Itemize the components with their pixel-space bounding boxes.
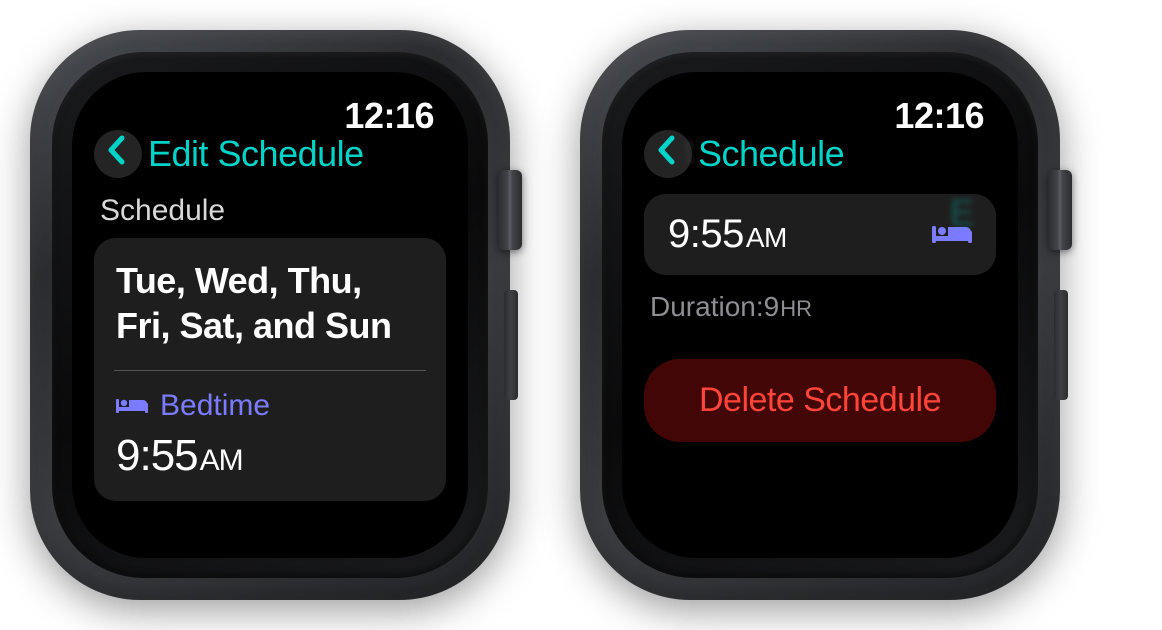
schedule-card[interactable]: Tue, Wed, Thu, Fri, Sat, and Sun Bedtime… (94, 238, 446, 501)
digital-crown[interactable] (498, 170, 522, 250)
section-label-schedule: Schedule (94, 194, 446, 228)
bed-icon (116, 393, 148, 420)
bedtime-label: Bedtime (160, 389, 270, 423)
bedtime-time-value: 9:55 (116, 431, 198, 481)
bedtime-time-ampm: AM (200, 444, 243, 478)
bedtime-row: Bedtime (116, 389, 424, 423)
divider (114, 370, 426, 371)
status-bar: 12:16 (94, 92, 446, 134)
page-title: Schedule (698, 133, 844, 175)
page-title: Edit Schedule (148, 133, 364, 175)
status-bar: 12:16 (644, 92, 996, 134)
wake-time-card[interactable]: 9:55 AM (644, 194, 996, 275)
wake-time-value: 9:55 (668, 212, 744, 257)
watch-left: 12:16 Edit Schedule Schedule Tue, Wed, T… (30, 30, 510, 600)
delete-schedule-label: Delete Schedule (699, 381, 941, 419)
watch-screen-left: 12:16 Edit Schedule Schedule Tue, Wed, T… (72, 72, 468, 558)
back-button[interactable] (644, 130, 692, 178)
wake-time-value-row: 9:55 AM (668, 212, 787, 257)
bedtime-time[interactable]: 9:55 AM (116, 431, 424, 481)
header-blur-suffix: E (950, 192, 974, 234)
digital-crown[interactable] (1048, 170, 1072, 250)
duration-prefix: Duration: (650, 291, 764, 323)
side-button[interactable] (1054, 290, 1068, 400)
watch-screen-right: 12:16 t Schedule E 9:55 AM (622, 72, 1018, 558)
nav-header: t Schedule E (644, 130, 996, 178)
chevron-left-icon (107, 135, 125, 173)
delete-schedule-button[interactable]: Delete Schedule (644, 359, 996, 442)
schedule-days: Tue, Wed, Thu, Fri, Sat, and Sun (116, 258, 424, 348)
duration-unit: HR (780, 296, 812, 322)
duration-label: Duration: 9 HR (644, 291, 996, 323)
wake-time-ampm: AM (746, 222, 787, 254)
side-button[interactable] (504, 290, 518, 400)
back-button[interactable] (94, 130, 142, 178)
nav-header: Edit Schedule (94, 130, 446, 178)
watch-right: 12:16 t Schedule E 9:55 AM (580, 30, 1060, 600)
chevron-left-icon (657, 135, 675, 173)
duration-value: 9 (764, 291, 780, 323)
